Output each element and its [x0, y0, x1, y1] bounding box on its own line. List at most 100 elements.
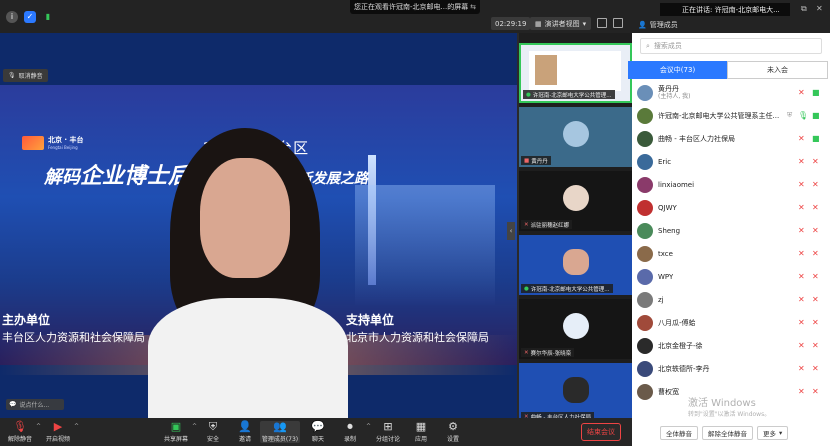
search-icon: ⌕: [646, 41, 650, 50]
record-button[interactable]: ⏺ 录制 ^: [332, 421, 371, 444]
member-row[interactable]: 曲畅 - 丰台区人力社保局 ✕ ■: [632, 127, 830, 150]
manage-members-label: 管理成员(73): [261, 436, 299, 443]
security-label: 安全: [206, 436, 219, 443]
mic-muted-icon[interactable]: ✕: [798, 341, 805, 350]
mic-muted-icon[interactable]: ✕: [798, 272, 805, 281]
exit-share-icon[interactable]: ⇆: [470, 3, 476, 11]
video-thumbnail[interactable]: ✕ 派驻丽穗赵红娜: [519, 171, 632, 231]
end-meeting-button[interactable]: 结束会议: [581, 423, 621, 441]
activation-line-1: 激活 Windows: [688, 398, 756, 409]
mic-muted-icon[interactable]: ✕: [798, 364, 805, 373]
camera-muted-icon[interactable]: ✕: [812, 318, 819, 327]
mic-muted-icon[interactable]: ✕: [798, 387, 805, 396]
member-row[interactable]: Eric ✕ ✕: [632, 150, 830, 173]
logo-mark-icon: [22, 135, 44, 150]
member-row[interactable]: 八月瓜-傅蛤 ✕ ✕: [632, 311, 830, 334]
fullscreen-icon[interactable]: [597, 18, 607, 28]
member-row[interactable]: Sheng ✕ ✕: [632, 219, 830, 242]
shield-icon: ⛨: [208, 420, 218, 433]
member-list: 黄丹丹 (主持人, 我) ✕ ■ 许冠南-北京邮电大学公共管理系主任... ⛨ 🎙 ■ 曲畅 -…: [632, 81, 830, 419]
member-row[interactable]: WPY ✕ ✕: [632, 265, 830, 288]
mic-icon: ●: [524, 285, 529, 292]
close-window-icon[interactable]: ✕: [816, 4, 823, 13]
video-thumbnail[interactable]: ✕ 赛尔华辰-张晓栾: [519, 299, 632, 359]
view-mode-button[interactable]: ▦ 演讲者视图 ▾: [530, 17, 592, 30]
chat-quick-input[interactable]: 💬 说点什么...: [6, 399, 64, 410]
camera-icon[interactable]: ■: [812, 88, 820, 97]
camera-icon[interactable]: ■: [812, 134, 820, 143]
settings-button[interactable]: ⚙ 设置: [435, 421, 471, 444]
camera-muted-icon[interactable]: ✕: [812, 203, 819, 212]
manage-members-button[interactable]: 👥 管理成员(73): [260, 421, 300, 443]
invite-button[interactable]: 👤 邀请: [227, 421, 263, 444]
camera-muted-icon[interactable]: ✕: [812, 180, 819, 189]
member-name: linxiaomei: [658, 181, 694, 189]
mic-muted-icon[interactable]: ✕: [798, 88, 805, 97]
record-label: 录制: [343, 436, 356, 443]
video-thumbnail[interactable]: ● 许冠南-北京邮电大学公共管理...: [519, 235, 632, 295]
member-row[interactable]: 许冠南-北京邮电大学公共管理系主任... ⛨ 🎙 ■: [632, 104, 830, 127]
avatar: [637, 291, 653, 308]
security-button[interactable]: ⛨ 安全: [195, 420, 231, 444]
video-thumbnail[interactable]: ● 许冠南-北京邮电大学公共管理...: [519, 43, 632, 103]
mic-muted-icon[interactable]: ✕: [798, 134, 805, 143]
mic-muted-icon[interactable]: ✕: [798, 226, 805, 235]
mic-muted-icon[interactable]: ✕: [798, 249, 805, 258]
mic-icon[interactable]: 🎙: [798, 111, 808, 120]
layout-icon[interactable]: [613, 18, 623, 28]
member-row[interactable]: QJWY ✕ ✕: [632, 196, 830, 219]
more-button[interactable]: 更多 ▾: [757, 425, 789, 440]
restore-window-icon[interactable]: ⧉: [801, 4, 807, 14]
mic-muted-icon[interactable]: ✕: [798, 157, 805, 166]
shield-icon[interactable]: ✓: [24, 10, 36, 23]
member-panel-title-text: 管理成员: [649, 21, 678, 29]
camera-icon[interactable]: ■: [812, 111, 820, 120]
member-row[interactable]: 黄丹丹 (主持人, 我) ✕ ■: [632, 81, 830, 104]
shared-screen: 北京 · 丰台 Fengtai Beijing 2022年丰台区 解码企业博士后…: [0, 33, 517, 418]
camera-muted-icon[interactable]: ✕: [812, 364, 819, 373]
member-row[interactable]: 北京金橙子-徐 ✕ ✕: [632, 334, 830, 357]
speaker-video: [148, 128, 348, 418]
member-search-input[interactable]: ⌕ 搜索成员: [640, 38, 822, 54]
member-row[interactable]: txce ✕ ✕: [632, 242, 830, 265]
member-row[interactable]: zj ✕ ✕: [632, 288, 830, 311]
avatar: [637, 130, 653, 147]
avatar: [637, 176, 653, 193]
tab-in-meeting[interactable]: 会议中(73): [628, 61, 727, 79]
camera-muted-icon[interactable]: ✕: [812, 272, 819, 281]
logo-pinyin: Fengtai Beijing: [48, 145, 78, 150]
member-role: (主持人, 我): [658, 92, 691, 100]
camera-muted-icon[interactable]: ✕: [812, 226, 819, 235]
start-video-button[interactable]: ▶ 开启视频 ^: [40, 421, 79, 444]
info-icon[interactable]: i: [6, 10, 18, 23]
mute-all-button[interactable]: 全体静音: [660, 425, 698, 440]
mic-muted-icon[interactable]: ✕: [798, 180, 805, 189]
mic-muted-icon[interactable]: ✕: [798, 203, 805, 212]
chat-button[interactable]: 💬 聊天: [300, 421, 336, 444]
member-row[interactable]: 北京轶德所-李丹 ✕ ✕: [632, 357, 830, 380]
mic-muted-icon[interactable]: ✕: [798, 318, 805, 327]
breakout-button[interactable]: ⊞ 分组讨论: [370, 421, 406, 444]
apps-icon: ▦: [415, 420, 427, 433]
tab-not-joined[interactable]: 未入会: [727, 61, 828, 79]
unmute-hint-chip[interactable]: 🎙 取消静音: [3, 69, 48, 82]
avatar: [637, 222, 653, 239]
video-thumbnail[interactable]: ■ 黄丹丹: [519, 107, 632, 167]
camera-muted-icon[interactable]: ✕: [812, 295, 819, 304]
unmute-all-button[interactable]: 解除全体静音: [702, 425, 753, 440]
shield-icon: ⛨: [787, 111, 793, 119]
camera-muted-icon[interactable]: ✕: [812, 249, 819, 258]
signal-icon[interactable]: ▮: [42, 11, 54, 23]
collapse-thumbnails-button[interactable]: ‹: [507, 222, 515, 240]
apps-button[interactable]: ▦ 应用: [403, 420, 439, 444]
camera-muted-icon[interactable]: ✕: [812, 157, 819, 166]
video-thumbnail[interactable]: ✕曲畅 - 丰台区人力社保局: [519, 363, 632, 423]
unmute-button[interactable]: 🎙 解除静音 ^: [2, 421, 41, 444]
camera-muted-icon[interactable]: ✕: [812, 341, 819, 350]
member-row[interactable]: linxiaomei ✕ ✕: [632, 173, 830, 196]
share-screen-button[interactable]: ▣ 共享屏幕 ^: [158, 421, 197, 444]
mic-muted-icon[interactable]: ✕: [798, 295, 805, 304]
camera-muted-icon[interactable]: ✕: [812, 387, 819, 396]
member-name-text: 北京轶德所-李丹: [658, 364, 710, 373]
chevron-up-icon[interactable]: ^: [74, 423, 79, 430]
